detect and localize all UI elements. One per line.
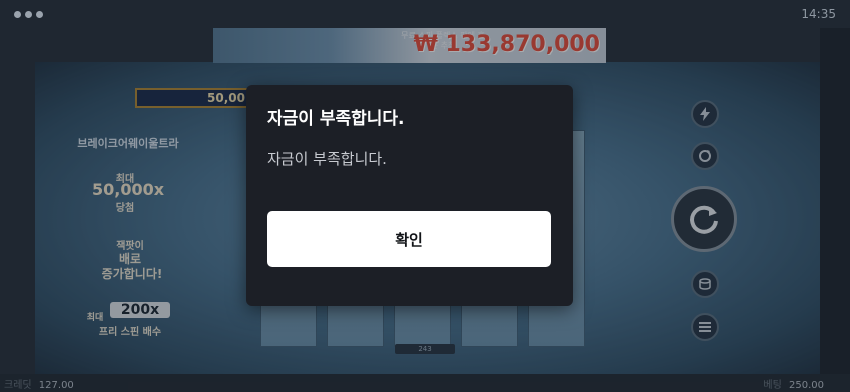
clock: 14:35 <box>801 7 836 21</box>
more-icon[interactable] <box>14 10 43 18</box>
dialog-message: 자금이 부족합니다. <box>267 150 387 168</box>
status-bar: 14:35 <box>0 0 850 28</box>
dialog-title: 자금이 부족합니다. <box>267 109 405 129</box>
confirm-button[interactable]: 확인 <box>267 211 551 267</box>
insufficient-funds-dialog: 자금이 부족합니다. 자금이 부족합니다. 확인 <box>246 85 573 306</box>
